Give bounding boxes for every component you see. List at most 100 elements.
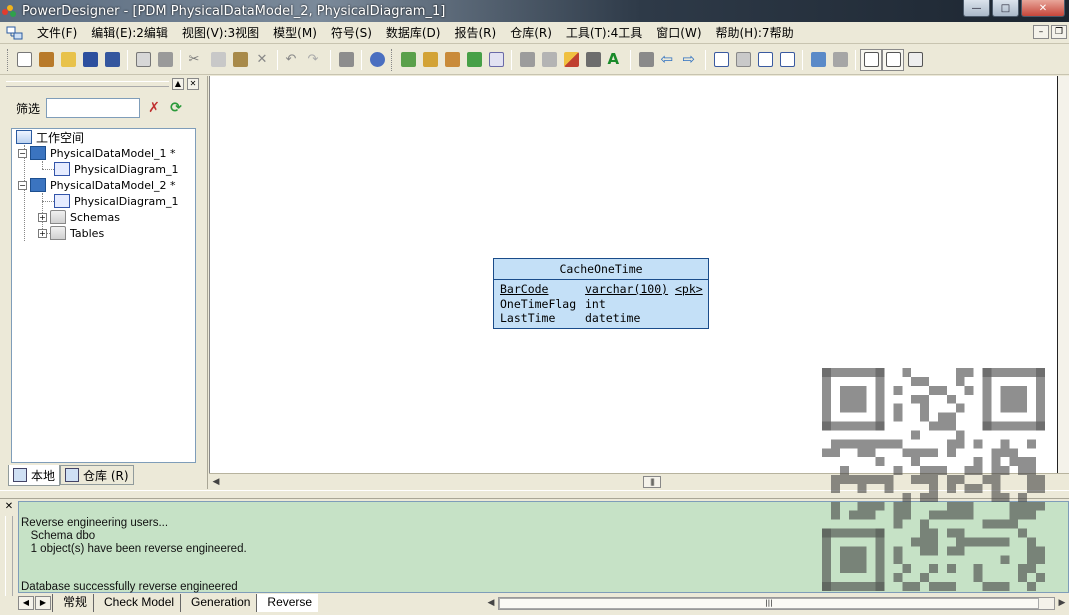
toolbar-grip[interactable] — [391, 48, 394, 71]
tree-item-model2[interactable]: − PhysicalDataModel_2 * — [18, 177, 176, 193]
copy-icon[interactable] — [207, 49, 229, 71]
back-arrow-icon[interactable]: ⇦ — [657, 49, 679, 71]
clear-filter-icon[interactable]: ✗ — [146, 100, 162, 116]
view-4-icon[interactable] — [776, 49, 798, 71]
tree-item-model1-diagram[interactable]: PhysicalDiagram_1 — [54, 161, 178, 177]
view-2-icon[interactable] — [732, 49, 754, 71]
close-button[interactable]: ✕ — [1021, 0, 1065, 17]
tab-general[interactable]: 常规 — [52, 594, 94, 612]
toolbar-separator — [361, 49, 362, 70]
maximize-button[interactable]: □ — [992, 0, 1019, 17]
new-icon[interactable] — [13, 49, 35, 71]
menu-repository[interactable]: 仓库(R) — [503, 24, 559, 42]
output-grip[interactable] — [5, 516, 13, 596]
tab-local[interactable]: 本地 — [8, 465, 61, 486]
check-model-icon[interactable] — [366, 49, 388, 71]
minimize-button[interactable]: — — [963, 0, 990, 17]
output-close-icon[interactable]: ✕ — [3, 501, 15, 513]
print-icon[interactable] — [154, 49, 176, 71]
image-icon[interactable] — [829, 49, 851, 71]
paste-icon[interactable] — [229, 49, 251, 71]
undo-icon[interactable]: ↶ — [282, 49, 304, 71]
browser-toggle-icon[interactable] — [860, 48, 882, 71]
tab-scroll-left-icon[interactable]: ◀ — [18, 596, 34, 610]
mdi-restore-button[interactable]: ❐ — [1051, 25, 1067, 39]
check-icon[interactable] — [485, 49, 507, 71]
tree-item-schemas[interactable]: + Schemas — [38, 209, 120, 225]
menu-tools[interactable]: 工具(T):4工具 — [559, 24, 649, 42]
result-list-icon[interactable] — [904, 49, 926, 71]
tree-item-model2-diagram[interactable]: PhysicalDiagram_1 — [54, 193, 178, 209]
list-icon[interactable] — [441, 49, 463, 71]
menu-edit[interactable]: 编辑(E):2编辑 — [84, 24, 175, 42]
menu-report[interactable]: 报告(R) — [447, 24, 503, 42]
refresh-icon[interactable] — [463, 49, 485, 71]
tree-item-tables[interactable]: + Tables — [38, 225, 104, 241]
menu-window[interactable]: 窗口(W) — [649, 24, 708, 42]
font-icon[interactable]: A — [604, 49, 626, 71]
panel-dock-icon[interactable]: ▲ — [172, 78, 184, 90]
cut-icon[interactable]: ✂ — [185, 49, 207, 71]
package-icon[interactable] — [419, 49, 441, 71]
pencil-icon[interactable] — [560, 49, 582, 71]
save-all-icon[interactable] — [101, 49, 123, 71]
open-project-icon[interactable] — [35, 49, 57, 71]
browser-panel: ▲ ✕ 筛选 ✗ ⟳ 工作空间 − PhysicalDataModel_1 * … — [0, 76, 208, 489]
properties-icon[interactable] — [335, 49, 357, 71]
scroll-left-icon[interactable]: ◀ — [209, 475, 223, 489]
zoom-icon[interactable] — [807, 49, 829, 71]
scroll-thumb[interactable]: ||| — [643, 476, 661, 488]
column-type: varchar(100) — [585, 282, 669, 296]
menu-model[interactable]: 模型(M) — [266, 24, 324, 42]
redo-icon[interactable]: ↷ — [304, 49, 326, 71]
print-preview-icon[interactable] — [132, 49, 154, 71]
entity-name: CacheOneTime — [494, 259, 708, 280]
tab-generation[interactable]: Generation — [180, 594, 257, 612]
tab-check-model[interactable]: Check Model — [93, 594, 181, 612]
log-line: Schema dbo — [21, 530, 96, 542]
tab-scroll-right-icon[interactable]: ▶ — [35, 596, 51, 610]
box-icon[interactable] — [635, 49, 657, 71]
delete-icon[interactable]: ✕ — [251, 49, 273, 71]
menu-view[interactable]: 视图(V):3视图 — [175, 24, 266, 42]
document-icon[interactable] — [6, 25, 24, 41]
filter-input[interactable] — [46, 98, 141, 118]
tree-item-workspace[interactable]: 工作空间 — [16, 129, 84, 145]
collapse-icon[interactable]: − — [18, 180, 27, 190]
output-horizontal-scrollbar[interactable]: ◀ ||| ▶ — [484, 595, 1069, 611]
mdi-minimize-button[interactable]: – — [1033, 25, 1049, 39]
column-key — [675, 297, 705, 312]
collapse-icon[interactable]: − — [18, 148, 27, 158]
panel-grip[interactable] — [6, 81, 169, 87]
scroll-right-icon[interactable]: ▶ — [1055, 596, 1069, 610]
view-3-icon[interactable] — [754, 49, 776, 71]
panel-close-icon[interactable]: ✕ — [187, 78, 199, 90]
tab-repository[interactable]: 仓库 (R) — [60, 465, 134, 485]
menu-help[interactable]: 帮助(H):7帮助 — [709, 24, 801, 42]
tree-item-label: PhysicalDataModel_1 * — [50, 146, 176, 160]
canvas-vertical-scrollbar[interactable] — [1057, 76, 1069, 473]
fill-icon[interactable] — [582, 49, 604, 71]
scroll-left-icon[interactable]: ◀ — [484, 596, 498, 610]
menu-file[interactable]: 文件(F) — [30, 24, 84, 42]
view-1-icon[interactable] — [710, 49, 732, 71]
grey-shape-icon[interactable] — [538, 49, 560, 71]
scroll-thumb[interactable]: ||| — [499, 597, 1039, 609]
menu-database[interactable]: 数据库(D) — [379, 24, 448, 42]
refresh-filter-icon[interactable]: ⟳ — [168, 100, 184, 116]
forward-arrow-icon[interactable]: ⇨ — [679, 49, 701, 71]
menu-symbol[interactable]: 符号(S) — [324, 24, 379, 42]
expand-icon[interactable]: + — [38, 212, 47, 222]
diagram-icon — [54, 194, 70, 208]
shape-icon[interactable] — [516, 49, 538, 71]
expand-icon[interactable]: + — [38, 228, 47, 238]
output-toggle-icon[interactable] — [882, 48, 904, 71]
open-icon[interactable] — [57, 49, 79, 71]
tab-reverse[interactable]: Reverse — [256, 594, 319, 612]
save-icon[interactable] — [79, 49, 101, 71]
table-entity[interactable]: CacheOneTime BarCode varchar(100) <pk> O… — [493, 258, 709, 329]
toolbar-grip[interactable] — [7, 48, 10, 71]
tree-item-model1[interactable]: − PhysicalDataModel_1 * — [18, 145, 176, 161]
new-model-icon[interactable] — [397, 49, 419, 71]
diagram-icon — [54, 162, 70, 176]
